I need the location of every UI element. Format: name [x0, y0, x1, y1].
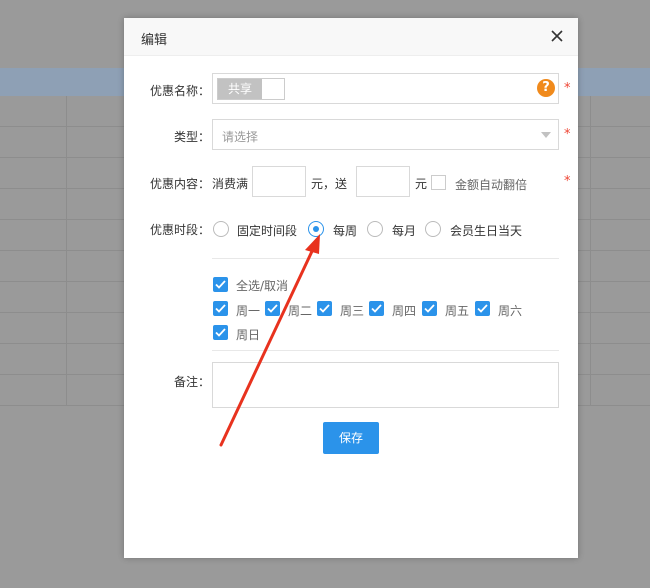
- background-col-divider: [66, 96, 67, 406]
- help-icon[interactable]: ?: [537, 79, 555, 97]
- weekday-checkbox-sat[interactable]: [475, 301, 490, 316]
- background-col-divider: [590, 96, 591, 406]
- close-icon[interactable]: [548, 27, 566, 45]
- weekday-label-tue: 周二: [288, 304, 313, 318]
- discount-name-label: 优惠名称：: [149, 84, 210, 98]
- select-all-checkbox[interactable]: [213, 277, 228, 292]
- edit-dialog: 编辑 优惠名称： 共享 ? * 类型： 请选择 * 优惠内容： 消费满 元，送 …: [124, 18, 578, 558]
- weekday-label-wed: 周三: [340, 304, 365, 318]
- weekday-label-fri: 周五: [445, 304, 470, 318]
- period-radio-monthly[interactable]: [367, 221, 383, 237]
- select-all-label: 全选/取消: [236, 279, 289, 293]
- dialog-header: 编辑: [124, 18, 578, 56]
- period-option-fixed: 固定时间段: [237, 224, 298, 238]
- section-divider: [212, 350, 559, 351]
- discount-name-field[interactable]: 共享: [212, 73, 559, 104]
- period-radio-birthday[interactable]: [425, 221, 441, 237]
- period-radio-weekly[interactable]: [308, 221, 324, 237]
- weekday-checkbox-fri[interactable]: [422, 301, 437, 316]
- gift-amount-input[interactable]: [356, 166, 410, 197]
- section-divider: [212, 258, 559, 259]
- share-toggle-label: 共享: [218, 79, 262, 99]
- weekday-checkbox-mon[interactable]: [213, 301, 228, 316]
- auto-double-checkbox[interactable]: [431, 175, 446, 190]
- auto-double-label: 金额自动翻倍: [455, 178, 528, 192]
- weekday-label-thu: 周四: [392, 304, 417, 318]
- weekday-checkbox-tue[interactable]: [265, 301, 280, 316]
- discount-period-label: 优惠时段：: [149, 223, 210, 237]
- type-select[interactable]: 请选择: [212, 119, 559, 150]
- chevron-down-icon: [541, 132, 551, 138]
- remark-textarea[interactable]: [212, 362, 559, 408]
- spend-amount-input[interactable]: [252, 166, 306, 197]
- period-radio-fixed[interactable]: [213, 221, 229, 237]
- discount-content-label: 优惠内容：: [149, 177, 210, 191]
- weekday-label-sun: 周日: [236, 328, 261, 342]
- weekday-label-sat: 周六: [498, 304, 523, 318]
- required-mark: *: [564, 127, 571, 142]
- required-mark: *: [564, 81, 571, 96]
- weekday-checkbox-wed[interactable]: [317, 301, 332, 316]
- period-option-weekly: 每周: [333, 224, 358, 238]
- gift-unit-text: 元: [415, 177, 428, 191]
- type-label: 类型：: [173, 130, 210, 144]
- type-select-placeholder: 请选择: [222, 130, 259, 144]
- spend-prefix-text: 消费满: [212, 177, 249, 191]
- save-button[interactable]: 保存: [323, 422, 379, 454]
- dialog-title: 编辑: [141, 33, 168, 48]
- required-mark: *: [564, 174, 571, 189]
- period-option-birthday: 会员生日当天: [450, 224, 523, 238]
- spend-unit-text: 元，送: [311, 177, 348, 191]
- period-option-monthly: 每月: [392, 224, 417, 238]
- weekday-label-mon: 周一: [236, 304, 261, 318]
- weekday-checkbox-thu[interactable]: [369, 301, 384, 316]
- remark-label: 备注：: [173, 375, 210, 389]
- weekday-checkbox-sun[interactable]: [213, 325, 228, 340]
- share-toggle[interactable]: 共享: [217, 78, 285, 100]
